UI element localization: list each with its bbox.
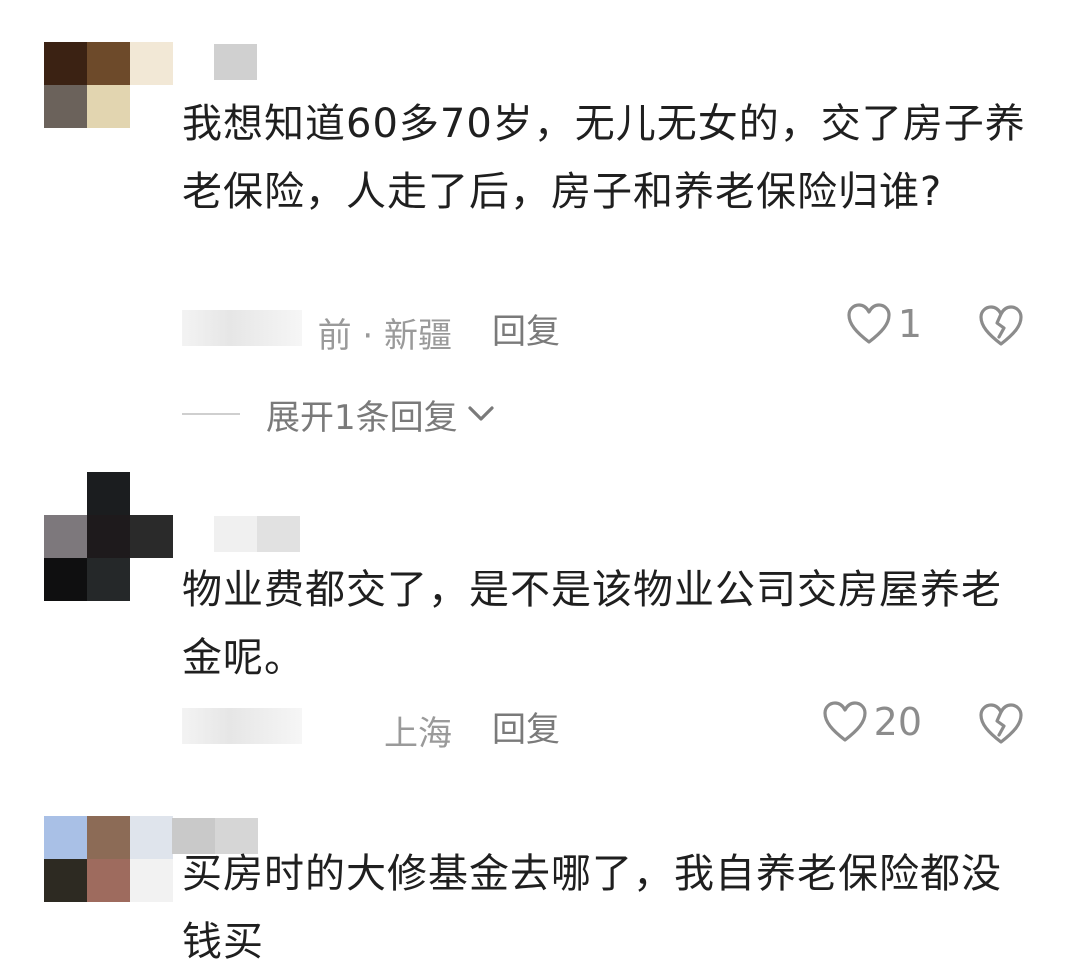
- avatar-pixel: [44, 558, 87, 601]
- comment-meta: 上海 回复 20: [182, 696, 1042, 756]
- blurred-timestamp: [182, 310, 302, 346]
- reply-button[interactable]: 回复: [492, 304, 560, 353]
- username-pixel: [257, 516, 300, 552]
- heart-outline-icon: [823, 701, 867, 742]
- comment-meta: 前 · 新疆 回复 1: [182, 298, 1042, 358]
- avatar-pixel: [130, 85, 173, 128]
- avatar-pixel: [44, 859, 87, 902]
- location-label: 前 · 新疆: [317, 316, 452, 356]
- avatar[interactable]: [44, 42, 173, 128]
- username-pixel: [214, 516, 257, 552]
- expand-replies-button[interactable]: 展开1条回复: [182, 386, 496, 442]
- username-pixel: [214, 44, 257, 80]
- avatar-pixel: [44, 515, 87, 558]
- avatar-pixel: [130, 42, 173, 85]
- comment-list: 我想知道60多70岁，无儿无女的，交了房子养老保险，人走了后，房子和养老保险归谁…: [0, 0, 1080, 960]
- username[interactable]: [214, 44, 300, 80]
- avatar[interactable]: [44, 816, 173, 902]
- like-button[interactable]: 20: [822, 700, 922, 744]
- avatar-pixel: [130, 859, 173, 902]
- avatar-pixel: [87, 859, 130, 902]
- avatar-pixel: [130, 558, 173, 601]
- time-location: 上海: [182, 696, 452, 756]
- username[interactable]: [214, 516, 300, 552]
- avatar-pixel: [87, 42, 130, 85]
- comment-text: 买房时的大修基金去哪了，我自养老保险都没钱买: [182, 851, 1002, 960]
- blurred-timestamp: [182, 708, 302, 744]
- avatar-pixel: [44, 85, 87, 128]
- dislike-button[interactable]: [978, 702, 1024, 746]
- username-pixel: [257, 44, 300, 80]
- heart-outline-icon: [847, 303, 891, 344]
- avatar-pixel: [87, 515, 130, 558]
- avatar-pixel: [87, 558, 130, 601]
- like-count: 1: [897, 302, 922, 346]
- avatar-pixel: [87, 85, 130, 128]
- like-count: 20: [873, 700, 922, 744]
- broken-heart-icon: [979, 703, 1023, 744]
- expand-replies-label: 展开1条回复: [266, 397, 458, 438]
- avatar-pixel: [44, 816, 87, 859]
- dislike-button[interactable]: [978, 304, 1024, 348]
- like-button[interactable]: 1: [846, 302, 922, 346]
- avatar-pixel: [130, 816, 173, 859]
- avatar-pixel: [87, 472, 130, 515]
- avatar-pixel: [44, 42, 87, 85]
- comment-text: 物业费都交了，是不是该物业公司交房屋养老金呢。: [182, 567, 1002, 681]
- time-location: 前 · 新疆: [182, 298, 452, 358]
- chevron-down-icon: [468, 406, 494, 421]
- divider-line: [182, 413, 240, 415]
- location-label: 上海: [384, 714, 452, 754]
- avatar[interactable]: [44, 472, 173, 602]
- avatar-pixel: [130, 515, 173, 558]
- comment-text: 我想知道60多70岁，无儿无女的，交了房子养老保险，人走了后，房子和养老保险归谁…: [182, 101, 1026, 215]
- avatar-pixel: [130, 472, 173, 515]
- avatar-pixel: [44, 472, 87, 515]
- reply-button[interactable]: 回复: [492, 702, 560, 751]
- broken-heart-icon: [979, 305, 1023, 346]
- avatar-pixel: [87, 816, 130, 859]
